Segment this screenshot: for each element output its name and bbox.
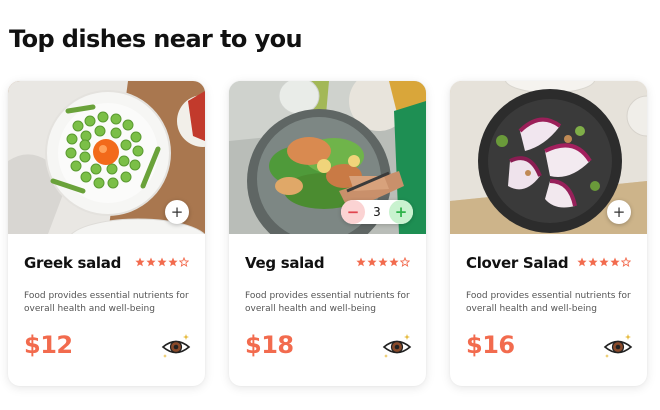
- star-outline-icon: [621, 257, 631, 267]
- star-icon: [146, 257, 156, 267]
- rating-stars: [577, 257, 631, 267]
- dish-price: $16: [466, 331, 515, 359]
- star-icon: [610, 257, 620, 267]
- add-to-cart-button[interactable]: +: [607, 200, 631, 224]
- dish-card[interactable]: + Clover Salad Food provides essential n…: [450, 81, 647, 386]
- star-icon: [356, 257, 366, 267]
- star-icon: [367, 257, 377, 267]
- section-title: Top dishes near to you: [9, 25, 303, 53]
- plus-icon: +: [170, 202, 184, 221]
- eye-icon[interactable]: [161, 332, 191, 360]
- star-icon: [135, 257, 145, 267]
- dish-description: Food provides essential nutrients for ov…: [245, 291, 410, 314]
- star-icon: [599, 257, 609, 267]
- dish-name: Veg salad: [245, 254, 325, 272]
- dish-name: Greek salad: [24, 254, 122, 272]
- increase-quantity-button[interactable]: +: [388, 200, 413, 224]
- eye-icon[interactable]: [382, 332, 412, 360]
- dish-card[interactable]: − 3 + Veg salad Food provides essential …: [229, 81, 426, 386]
- dish-price: $18: [245, 331, 294, 359]
- star-icon: [378, 257, 388, 267]
- dish-price: $12: [24, 331, 73, 359]
- star-icon: [588, 257, 598, 267]
- add-to-cart-button[interactable]: +: [165, 200, 189, 224]
- star-icon: [168, 257, 178, 267]
- dish-card-list: + Greek salad Food provides essential nu…: [8, 81, 648, 387]
- plus-icon: +: [612, 202, 626, 221]
- dish-card[interactable]: + Greek salad Food provides essential nu…: [8, 81, 205, 386]
- decrease-quantity-button[interactable]: −: [341, 200, 365, 224]
- star-icon: [577, 257, 587, 267]
- quantity-value: 3: [373, 205, 381, 219]
- star-icon: [389, 257, 399, 267]
- eye-icon[interactable]: [603, 332, 633, 360]
- star-outline-icon: [179, 257, 189, 267]
- quantity-stepper[interactable]: − 3 +: [341, 200, 413, 224]
- rating-stars: [356, 257, 410, 267]
- star-outline-icon: [400, 257, 410, 267]
- dish-description: Food provides essential nutrients for ov…: [24, 291, 189, 314]
- dish-name: Clover Salad: [466, 254, 569, 272]
- dish-description: Food provides essential nutrients for ov…: [466, 291, 631, 314]
- star-icon: [157, 257, 167, 267]
- rating-stars: [135, 257, 189, 267]
